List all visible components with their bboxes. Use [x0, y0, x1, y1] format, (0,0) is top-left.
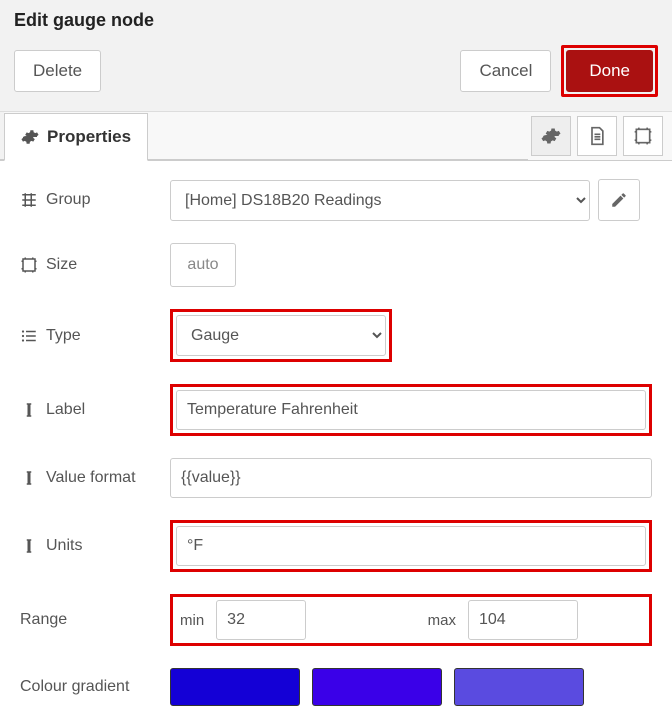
dialog-title: Edit gauge node: [14, 10, 658, 31]
label-input[interactable]: [176, 390, 646, 430]
range-min-label: min: [176, 612, 208, 629]
colour-swatch-3[interactable]: [454, 668, 584, 706]
type-highlight: Gauge: [170, 309, 392, 362]
text-cursor-icon: [20, 401, 38, 419]
units-label: Units: [46, 537, 82, 555]
type-label: Type: [46, 327, 81, 345]
size-button[interactable]: auto: [170, 243, 236, 287]
units-highlight: [170, 520, 652, 572]
label-label: Label: [46, 401, 85, 419]
colour-swatch-1[interactable]: [170, 668, 300, 706]
cancel-button[interactable]: Cancel: [460, 50, 551, 92]
valueformat-input[interactable]: [170, 458, 652, 498]
gear-icon: [21, 128, 39, 146]
docs-pane-button[interactable]: [577, 116, 617, 156]
range-highlight: min max: [170, 594, 652, 646]
size-icon: [20, 256, 38, 274]
document-icon: [587, 126, 607, 146]
valueformat-label: Value format: [46, 469, 136, 487]
done-button[interactable]: Done: [566, 50, 653, 92]
range-min-input[interactable]: [216, 600, 306, 640]
colour-swatch-2[interactable]: [312, 668, 442, 706]
pencil-icon: [610, 191, 628, 209]
colour-gradient-label: Colour gradient: [20, 678, 129, 696]
settings-pane-button[interactable]: [531, 116, 571, 156]
frame-icon: [633, 126, 653, 146]
text-cursor-icon: [20, 469, 38, 487]
group-select[interactable]: [Home] DS18B20 Readings: [170, 180, 590, 221]
range-max-input[interactable]: [468, 600, 578, 640]
appearance-pane-button[interactable]: [623, 116, 663, 156]
grid-icon: [20, 191, 38, 209]
edit-group-button[interactable]: [598, 179, 640, 221]
delete-button[interactable]: Delete: [14, 50, 101, 92]
label-highlight: [170, 384, 652, 436]
text-cursor-icon: [20, 537, 38, 555]
units-input[interactable]: [176, 526, 646, 566]
type-select[interactable]: Gauge: [176, 315, 386, 356]
gear-icon: [541, 126, 561, 146]
tab-properties-label: Properties: [47, 127, 131, 147]
done-highlight: Done: [561, 45, 658, 97]
range-max-label: max: [424, 612, 460, 629]
group-label: Group: [46, 191, 90, 209]
size-label: Size: [46, 256, 77, 274]
tab-properties[interactable]: Properties: [4, 113, 148, 161]
range-label: Range: [20, 611, 67, 629]
list-icon: [20, 327, 38, 345]
